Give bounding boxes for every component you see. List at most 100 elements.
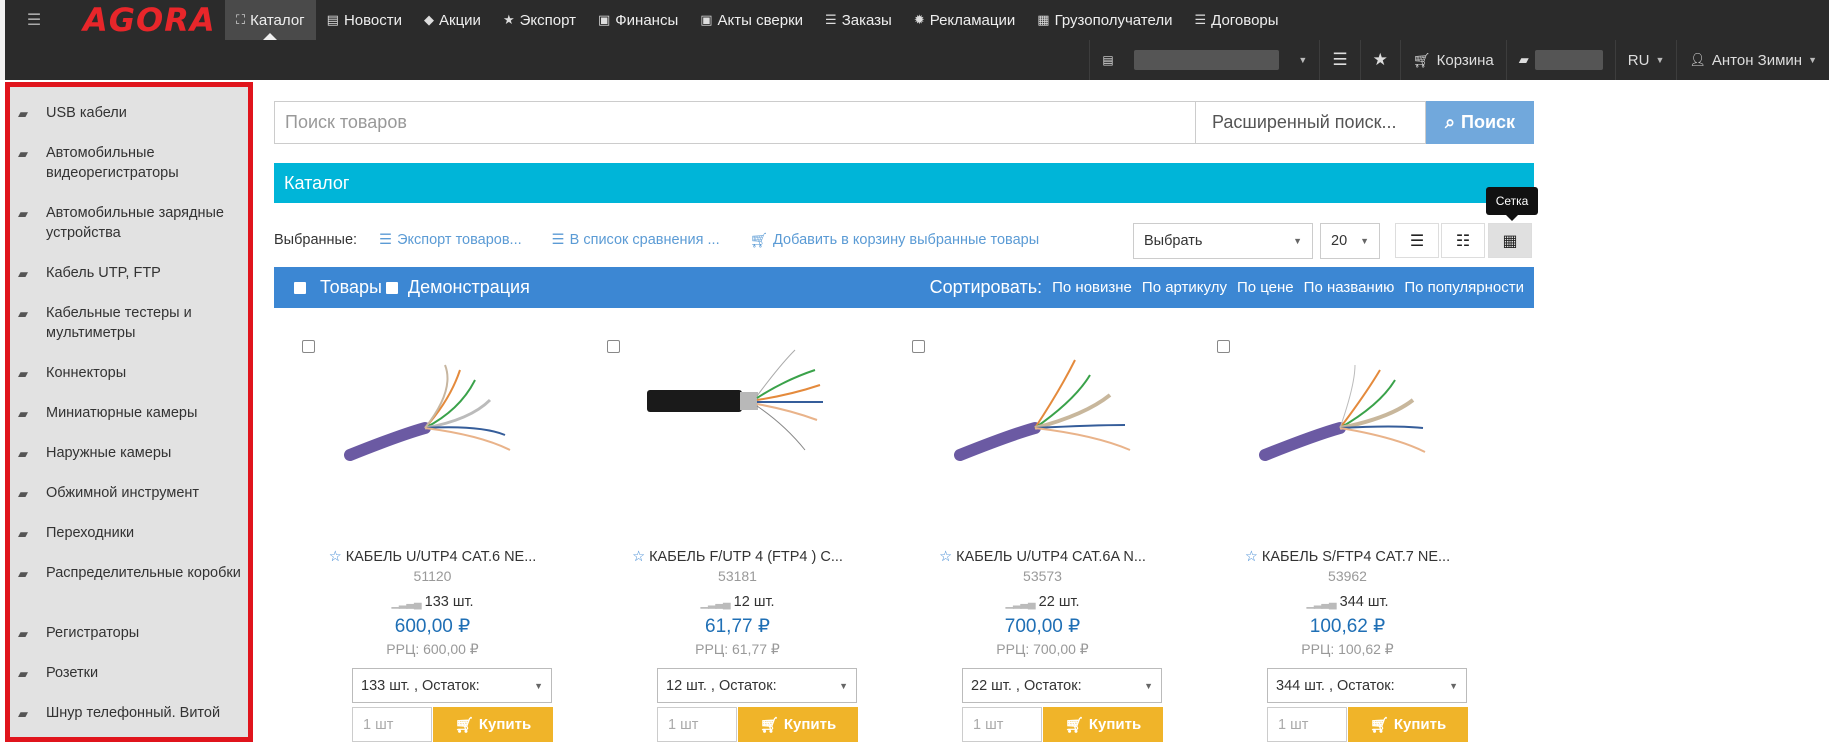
nav-orders[interactable]: ☰ Заказы	[814, 0, 903, 40]
nav-news[interactable]: ▤ Новости	[316, 0, 413, 40]
warehouse-select[interactable]: 22 шт. , Остаток: ▼	[962, 668, 1162, 703]
product-title[interactable]: КАБЕЛЬ U/UTP4 CAT.6 NE...	[346, 549, 537, 565]
warehouse-select[interactable]: 12 шт. , Остаток: ▼	[657, 668, 857, 703]
sidebar-item-usb-cables[interactable]: ▰ USB кабели	[18, 103, 243, 124]
contract-selector[interactable]: ▤ ▼	[1089, 40, 1319, 80]
warehouse-select[interactable]: 133 шт. , Остаток: ▼	[352, 668, 552, 703]
sort-by-article[interactable]: По артикулу	[1142, 279, 1227, 296]
buy-button[interactable]: 🛒︎ Купить	[1348, 707, 1468, 742]
sort-by-name[interactable]: По названию	[1304, 279, 1395, 296]
cart-icon: 🛒︎	[454, 716, 474, 734]
product-title[interactable]: КАБЕЛЬ S/FTP4 CAT.7 NE...	[1262, 549, 1450, 565]
product-code: 53573	[1023, 568, 1062, 584]
export-products-link[interactable]: ☰ Экспорт товаров...	[379, 232, 522, 248]
sidebar-item-dashcams[interactable]: ▰ Автомобильные видеорегистраторы	[18, 143, 243, 183]
product-title[interactable]: КАБЕЛЬ F/UTP 4 (FTP4 ) C...	[649, 549, 843, 565]
list-view-button[interactable]: ☰	[1319, 40, 1359, 80]
tab-products[interactable]: Товары	[320, 277, 382, 298]
cart-icon: 🛒︎	[1369, 716, 1389, 734]
sidebar-item-recorders[interactable]: ▰ Регистраторы	[18, 623, 243, 644]
product-checkbox[interactable]	[1217, 340, 1230, 353]
grid-view-tooltip: Сетка	[1486, 187, 1538, 221]
sidebar-item-cable-testers[interactable]: ▰ Кабельные тестеры и мультиметры	[18, 303, 243, 343]
sort-by-price[interactable]: По цене	[1237, 279, 1294, 296]
search-bar: Поиск товаров Расширенный поиск... ⌕ Поис…	[274, 101, 1534, 144]
sidebar-item-crimping-tools[interactable]: ▰ Обжимной инструмент	[18, 483, 243, 504]
list-icon: ☰	[551, 232, 565, 248]
nav-contracts[interactable]: ☰ Договоры	[1183, 0, 1289, 40]
briefcase-icon: ▰	[1518, 52, 1529, 67]
stock-quantity: 22 шт.	[1038, 594, 1080, 610]
add-selected-to-cart-link[interactable]: 🛒︎ Добавить в корзину выбранные товары	[750, 232, 1040, 249]
sort-bar: Товары Демонстрация Сортировать: По нови…	[274, 267, 1534, 308]
favorites-button[interactable]: ★	[1359, 40, 1400, 80]
sidebar-item-connectors[interactable]: ▰ Коннекторы	[18, 363, 243, 384]
buy-button[interactable]: 🛒︎ Купить	[738, 707, 858, 742]
grid-view-button[interactable]: ▦	[1488, 223, 1532, 258]
nav-claims[interactable]: ✹ Рекламации	[903, 0, 1026, 40]
sidebar-item-mini-cameras[interactable]: ▰ Миниатюрные камеры	[18, 403, 243, 424]
nav-reconciliation[interactable]: ▣ Акты сверки	[689, 0, 814, 40]
product-checkbox[interactable]	[912, 340, 925, 353]
sort-by-popularity[interactable]: По популярности	[1404, 279, 1524, 296]
file-icon: ▤	[1102, 53, 1114, 67]
logo[interactable]: AGORA	[63, 0, 225, 40]
nav-promotions[interactable]: ◆ Акции	[413, 0, 492, 40]
sidebar-item-utp-ftp-cable[interactable]: ▰ Кабель UTP, FTP	[18, 263, 243, 284]
money-icon: ▣	[700, 12, 713, 27]
sidebar-item-adapters[interactable]: ▰ Переходники	[18, 523, 243, 544]
nav-catalog[interactable]: ⛶ Каталог	[225, 0, 316, 40]
advanced-search-field[interactable]: Расширенный поиск...	[1196, 101, 1426, 144]
favorite-star-icon[interactable]: ☆	[939, 549, 952, 565]
buy-button[interactable]: 🛒︎ Купить	[433, 707, 553, 742]
nav-export[interactable]: ★ Экспорт	[492, 0, 587, 40]
tab-demonstration[interactable]: Демонстрация	[408, 277, 530, 298]
page-size-select[interactable]: 20 ▼	[1320, 223, 1380, 259]
search-button[interactable]: ⌕ Поиск	[1426, 101, 1534, 144]
chevron-down-icon: ▼	[1293, 236, 1302, 246]
quantity-input[interactable]: 1 шт	[1267, 707, 1347, 742]
compact-list-view-button[interactable]: ☰	[1395, 223, 1439, 258]
sidebar-item-junction-boxes[interactable]: ▰ Распределительные коробки	[18, 563, 243, 584]
folder-open-icon: ▰	[18, 406, 28, 421]
account-selector[interactable]: ▰	[1505, 40, 1615, 80]
user-menu[interactable]: 👤︎ Антон Зимин ▼	[1676, 40, 1829, 80]
sidebar-item-sockets[interactable]: ▰ Розетки	[18, 663, 243, 684]
quantity-input[interactable]: 1 шт	[657, 707, 737, 742]
search-input[interactable]: Поиск товаров	[274, 101, 1196, 144]
add-to-compare-link[interactable]: ☰ В список сравнения ...	[552, 232, 720, 248]
folder-open-icon: ▰	[18, 666, 28, 681]
product-checkbox[interactable]	[302, 340, 315, 353]
list-view-button[interactable]: ☷	[1441, 223, 1485, 258]
nav-finance[interactable]: ▣ Финансы	[587, 0, 689, 40]
select-all-checkbox[interactable]	[294, 281, 306, 294]
favorite-star-icon[interactable]: ☆	[632, 549, 645, 565]
nav-consignees[interactable]: ▦ Грузополучатели	[1026, 0, 1183, 40]
sidebar-item-phone-cord[interactable]: ▰ Шнур телефонный. Витой	[18, 703, 243, 724]
folder-open-icon: ▰	[18, 486, 28, 501]
sidebar-item-outdoor-cameras[interactable]: ▰ Наружные камеры	[18, 443, 243, 464]
buy-button[interactable]: 🛒︎ Купить	[1043, 707, 1163, 742]
product-price: 61,77 ₽	[705, 616, 770, 637]
sidebar-item-car-chargers[interactable]: ▰ Автомобильные зарядные устройства	[18, 203, 243, 243]
bulk-action-select[interactable]: Выбрать ▼	[1133, 223, 1313, 259]
demo-checkbox[interactable]	[385, 281, 398, 294]
product-title[interactable]: КАБЕЛЬ U/UTP4 CAT.6A N...	[956, 549, 1146, 565]
cart-icon: 🛒︎	[749, 232, 769, 249]
cart-button[interactable]: 🛒︎ Корзина	[1399, 40, 1506, 80]
cart-icon: 🛒︎	[759, 716, 779, 734]
favorite-star-icon[interactable]: ☆	[1245, 549, 1258, 565]
product-checkbox[interactable]	[607, 340, 620, 353]
chevron-down-icon: ▼	[1144, 680, 1153, 691]
product-image	[344, 364, 511, 461]
menu-toggle-icon[interactable]: ☰	[5, 0, 63, 40]
folder-open-icon: ▰	[18, 266, 28, 281]
quantity-input[interactable]: 1 шт	[962, 707, 1042, 742]
favorite-star-icon[interactable]: ☆	[329, 549, 342, 565]
warehouse-select[interactable]: 344 шт. , Остаток: ▼	[1267, 668, 1467, 703]
language-selector[interactable]: RU ▼	[1614, 40, 1677, 80]
product-card: ☆ КАБЕЛЬ U/UTP4 CAT.6A N... 53573 ▁▂▃▄ 22 …	[890, 330, 1195, 746]
sort-by-newest[interactable]: По новизне	[1052, 279, 1132, 296]
product-code: 51120	[413, 568, 452, 584]
quantity-input[interactable]: 1 шт	[352, 707, 432, 742]
